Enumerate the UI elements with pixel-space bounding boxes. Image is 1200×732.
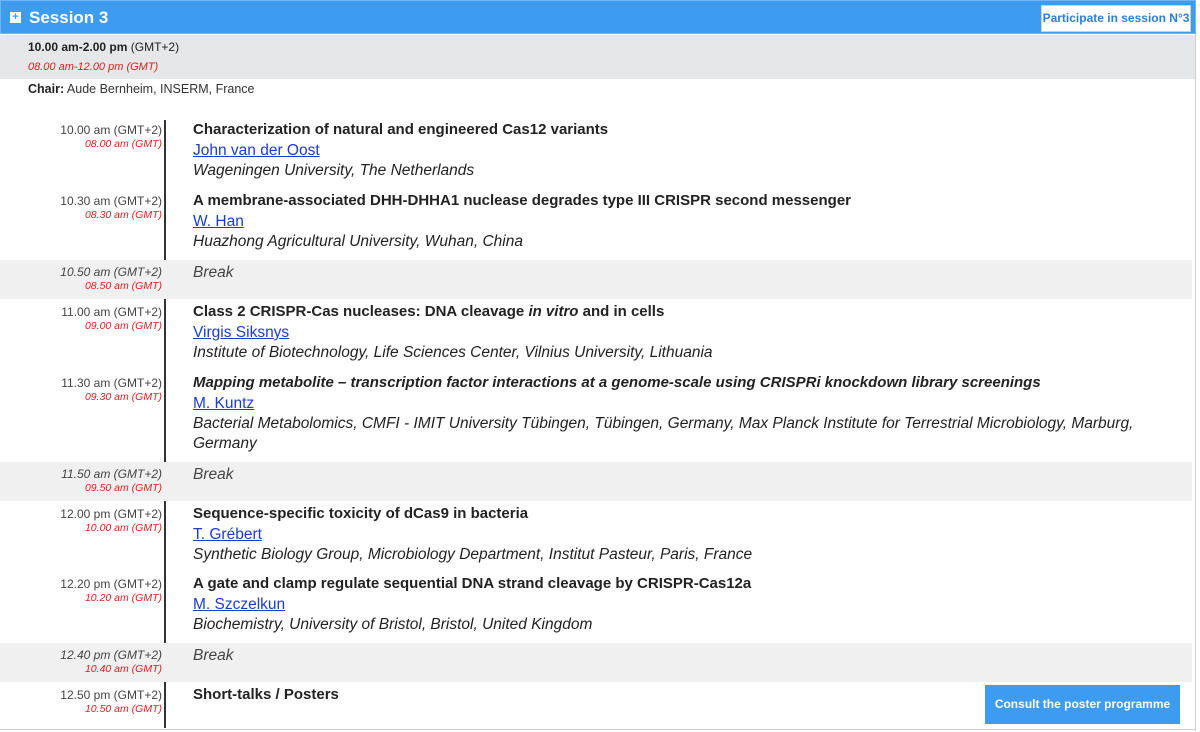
panel-right-border: [1195, 34, 1196, 730]
talk-title: Sequence-specific toxicity of dCas9 in b…: [193, 505, 529, 522]
talk-title: Short-talks / Posters: [193, 686, 339, 703]
talk-row: 11.00 am (GMT+2) 09.00 am (GMT) Class 2 …: [0, 300, 1192, 370]
speaker-link[interactable]: John van der Oost: [193, 140, 320, 161]
talk-title-emphasis: in vitro: [528, 303, 579, 320]
break-time-gmt: 09.50 am (GMT): [84, 482, 162, 494]
session-header[interactable]: + Session 3 Participate in session N°3: [0, 0, 1196, 34]
talk-row: 12.20 pm (GMT+2) 10.20 am (GMT) A gate a…: [0, 572, 1192, 642]
speaker-affiliation: Synthetic Biology Group, Microbiology De…: [193, 546, 753, 563]
session-chair: Chair: Aude Bernheim, INSERM, France: [28, 82, 255, 96]
talk-time-gmt: 08.30 am (GMT): [84, 209, 162, 221]
talk-time-gmt: 10.50 am (GMT): [84, 703, 162, 715]
talk-title: Mapping metabolite – transcription facto…: [193, 374, 1041, 391]
talk-row: 10.00 am (GMT+2) 08.00 am (GMT) Characte…: [0, 118, 1192, 188]
break-row: 11.50 am (GMT+2) 09.50 am (GMT) Break: [0, 462, 1192, 501]
speaker-link[interactable]: Virgis Siksnys: [193, 322, 289, 343]
session-time-range: 10.00 am-2.00 pm: [28, 40, 128, 54]
chair-label: Chair:: [28, 82, 65, 96]
chair-name: Aude Bernheim, INSERM, France: [66, 82, 255, 96]
speaker-affiliation: Wageningen University, The Netherlands: [193, 162, 475, 179]
speaker-link[interactable]: M. Kuntz: [193, 393, 254, 414]
talk-time-gmt: 10.00 am (GMT): [84, 522, 162, 534]
talk-row: 12.00 pm (GMT+2) 10.00 am (GMT) Sequence…: [0, 502, 1192, 572]
talk-title: A membrane-associated DHH-DHHA1 nuclease…: [193, 192, 851, 209]
panel-bottom-border: [0, 729, 1196, 730]
session-title: Session 3: [29, 8, 109, 27]
talk-title: Characterization of natural and engineer…: [193, 121, 609, 138]
speaker-affiliation: Bacterial Metabolomics, CMFI - IMIT Univ…: [193, 415, 1134, 452]
speaker-affiliation: Biochemistry, University of Bristol, Bri…: [193, 616, 593, 633]
talk-time-gmt: 10.20 am (GMT): [84, 592, 162, 604]
break-label: Break: [193, 264, 234, 281]
break-time: 10.50 am (GMT+2): [60, 265, 162, 279]
talk-time: 11.30 am (GMT+2): [61, 376, 162, 390]
talk-time: 12.20 pm (GMT+2): [60, 577, 162, 591]
speaker-link[interactable]: T. Grébert: [193, 524, 262, 545]
talk-time-gmt: 09.00 am (GMT): [84, 320, 162, 332]
break-time-gmt: 10.40 am (GMT): [84, 663, 162, 675]
talk-title-part: and in cells: [578, 303, 665, 320]
break-label: Break: [193, 647, 234, 664]
participate-button[interactable]: Participate in session N°3: [1041, 5, 1191, 32]
talk-title: Class 2 CRISPR-Cas nucleases: DNA cleava…: [193, 302, 1191, 322]
break-row: 10.50 am (GMT+2) 08.50 am (GMT) Break: [0, 260, 1192, 299]
talk-time: 12.50 pm (GMT+2): [60, 688, 162, 702]
poster-programme-button[interactable]: Consult the poster programme: [985, 685, 1180, 724]
session-time: 10.00 am-2.00 pm (GMT+2): [28, 40, 179, 54]
break-time: 12.40 pm (GMT+2): [60, 648, 162, 662]
talk-time: 10.30 am (GMT+2): [60, 194, 162, 208]
break-time: 11.50 am (GMT+2): [61, 467, 162, 481]
talk-title-part: Class 2 CRISPR-Cas nucleases: DNA cleava…: [193, 303, 529, 320]
talk-time: 10.00 am (GMT+2): [60, 123, 162, 137]
speaker-link[interactable]: M. Szczelkun: [193, 594, 285, 615]
break-label: Break: [193, 466, 234, 483]
talk-time: 12.00 pm (GMT+2): [60, 507, 162, 521]
talk-time-gmt: 09.30 am (GMT): [84, 391, 162, 403]
talk-time: 11.00 am (GMT+2): [61, 305, 162, 319]
session-time-band: [0, 35, 1196, 79]
session-time-gmt: 08.00 am-12.00 pm (GMT): [28, 61, 159, 73]
break-row: 12.40 pm (GMT+2) 10.40 am (GMT) Break: [0, 643, 1192, 682]
speaker-affiliation: Huazhong Agricultural University, Wuhan,…: [193, 233, 523, 250]
speaker-link[interactable]: W. Han: [193, 211, 244, 232]
session-time-zone: (GMT+2): [130, 40, 180, 54]
expand-plus-icon[interactable]: +: [10, 12, 21, 23]
break-time-gmt: 08.50 am (GMT): [84, 280, 162, 292]
speaker-affiliation: Institute of Biotechnology, Life Science…: [193, 344, 713, 361]
talk-time-gmt: 08.00 am (GMT): [84, 138, 162, 150]
talk-row: 11.30 am (GMT+2) 09.30 am (GMT) Mapping …: [0, 371, 1192, 461]
talk-row: 10.30 am (GMT+2) 08.30 am (GMT) A membra…: [0, 189, 1192, 259]
talk-title: A gate and clamp regulate sequential DNA…: [193, 575, 752, 592]
